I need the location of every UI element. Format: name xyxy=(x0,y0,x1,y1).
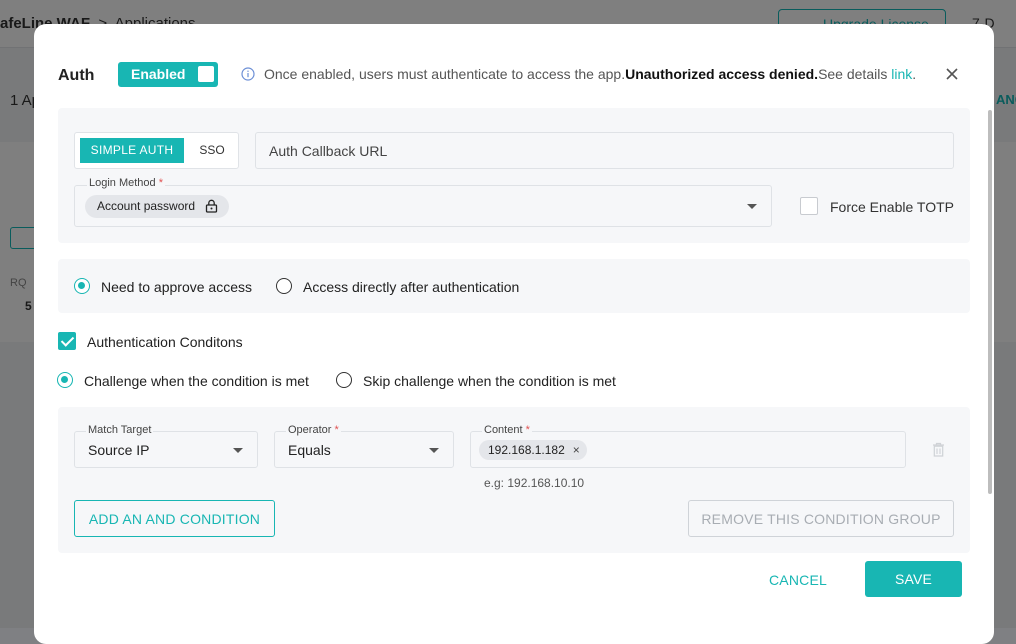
see-details-link[interactable]: link xyxy=(891,66,912,82)
content-label: Content * xyxy=(482,424,532,436)
content-hint: e.g: 192.168.10.10 xyxy=(484,476,585,490)
auth-enabled-toggle[interactable]: Enabled xyxy=(118,62,218,87)
close-icon[interactable] xyxy=(944,66,960,82)
auth-settings-section: SIMPLE AUTH SSO Login Method * Account p… xyxy=(58,108,970,243)
force-totp-checkbox[interactable] xyxy=(800,197,818,215)
login-method-label: Login Method * xyxy=(87,177,166,189)
radio-access-directly-label: Access directly after authentication xyxy=(303,279,520,295)
notice-text: Once enabled, users must authenticate to… xyxy=(264,66,626,82)
cancel-button[interactable]: CANCEL xyxy=(750,562,846,598)
auth-dialog: Auth Enabled Once enabled, users must au… xyxy=(34,24,994,644)
notice-bold: Unauthorized access denied. xyxy=(625,66,819,82)
info-icon xyxy=(241,67,255,81)
save-button[interactable]: SAVE xyxy=(865,561,962,597)
dialog-scrollbar[interactable] xyxy=(988,110,992,494)
auth-type-selector: SIMPLE AUTH SSO xyxy=(74,132,239,169)
match-target-label: Match Target xyxy=(86,424,154,436)
toggle-knob xyxy=(198,66,214,82)
chevron-down-icon xyxy=(429,448,439,453)
lock-icon xyxy=(205,199,218,213)
content-tag: 192.168.1.182 × xyxy=(479,440,587,460)
remove-condition-group-button[interactable]: REMOVE THIS CONDITION GROUP xyxy=(688,500,954,537)
login-method-select[interactable]: Login Method * Account password xyxy=(74,177,772,227)
match-target-select[interactable]: Match Target Source IP xyxy=(74,424,258,468)
condition-group: Match Target Source IP Operator * Equals… xyxy=(58,407,970,553)
radio-challenge-when-met[interactable] xyxy=(57,372,73,388)
content-input[interactable]: Content * 192.168.1.182 × xyxy=(470,424,906,468)
force-totp-label: Force Enable TOTP xyxy=(830,199,954,215)
auth-conditions-checkbox[interactable] xyxy=(58,332,76,350)
radio-need-approve-label: Need to approve access xyxy=(101,279,252,295)
tag-remove-icon[interactable]: × xyxy=(573,440,580,460)
auth-conditions-label: Authentication Conditons xyxy=(87,334,243,350)
dialog-header: Auth Enabled Once enabled, users must au… xyxy=(34,24,994,114)
match-target-value: Source IP xyxy=(88,442,150,458)
operator-label: Operator * xyxy=(286,424,341,436)
radio-skip-challenge[interactable] xyxy=(336,372,352,388)
operator-value: Equals xyxy=(288,442,331,458)
operator-select[interactable]: Operator * Equals xyxy=(274,424,454,468)
chevron-down-icon xyxy=(747,204,757,209)
tab-simple-auth[interactable]: SIMPLE AUTH xyxy=(80,138,184,163)
trash-icon[interactable] xyxy=(932,442,945,457)
content-tag-value: 192.168.1.182 xyxy=(488,443,565,457)
add-and-condition-button[interactable]: ADD AN AND CONDITION xyxy=(74,500,275,537)
radio-access-directly[interactable] xyxy=(276,278,292,294)
auth-callback-url-input[interactable] xyxy=(255,132,954,169)
toggle-label: Enabled xyxy=(131,66,186,82)
radio-challenge-when-met-label: Challenge when the condition is met xyxy=(84,373,309,389)
radio-skip-challenge-label: Skip challenge when the condition is met xyxy=(363,373,616,389)
chevron-down-icon xyxy=(233,448,243,453)
login-method-value: Account password xyxy=(97,199,196,213)
approval-section: Need to approve access Access directly a… xyxy=(58,259,970,313)
notice-suffix: See details xyxy=(818,66,892,82)
radio-need-approve[interactable] xyxy=(74,278,90,294)
dialog-title: Auth xyxy=(58,67,95,84)
notice-end: . xyxy=(912,66,917,82)
login-method-chip: Account password xyxy=(85,195,230,218)
auth-notice: Once enabled, users must authenticate to… xyxy=(264,66,916,82)
tab-sso[interactable]: SSO xyxy=(191,138,233,163)
